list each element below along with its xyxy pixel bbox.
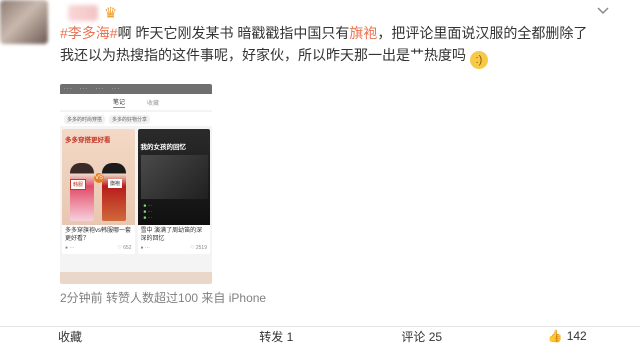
shot-card-right: 我的女孩的回忆 ■ ···■ ···■ ··· 雪中 演满了周幼笛的深深的回忆 … [138,129,211,254]
shot-tab-collect: 收藏 [147,98,159,107]
username-blurred[interactable] [68,5,98,21]
thumbs-up-icon: 👍 [548,329,563,343]
video-frame [141,155,208,199]
post-source: 来自 iPhone [201,291,266,305]
post-header: ♛ [68,2,117,24]
shot-tab-notes: 笔记 [113,97,125,108]
hashtag-link[interactable]: #李多海# [60,25,118,41]
avatar[interactable] [0,0,48,44]
figure-qipao [102,163,126,221]
figure-hanbok [70,163,94,221]
post-text: #李多海#啊 昨天它刚发某书 暗戳戳指中国只有旗袍，把评论里面说汉服的全都删除了… [60,22,630,69]
shot-tabs: 笔记 收藏 [60,94,212,110]
repost-button[interactable]: 转发 1 [204,327,350,345]
embedded-screenshot[interactable]: · · ·· · ·· · ·· · · 笔记 收藏 多多的时尚穿搭 多多的好物… [60,84,212,284]
emoji-icon: :) [470,51,488,69]
shot-topbar: · · ·· · ·· · ·· · · [60,84,212,94]
comment-button[interactable]: 评论 25 [349,327,495,345]
post-time[interactable]: 2分钟前 [60,291,103,305]
action-bar: 收藏 转发 1 评论 25 👍 142 [0,326,640,345]
shot-category-strip: 多多的时尚穿搭 多多的好物分享 [60,112,212,126]
collect-button[interactable]: 收藏 [0,327,204,345]
highlight-link[interactable]: 旗袍 [349,25,377,41]
shot-card-left: 多多穿搭更好看 韩服 VS 旗袍 多多穿旗袍vs韩服哪一套更好看？ ● ···♡… [62,129,135,254]
chevron-down-icon[interactable] [596,4,610,18]
crown-icon: ♛ [104,4,117,22]
post-meta: 2分钟前 转赞人数超过100 来自 iPhone [60,289,266,306]
like-button[interactable]: 👍 142 [495,327,640,345]
